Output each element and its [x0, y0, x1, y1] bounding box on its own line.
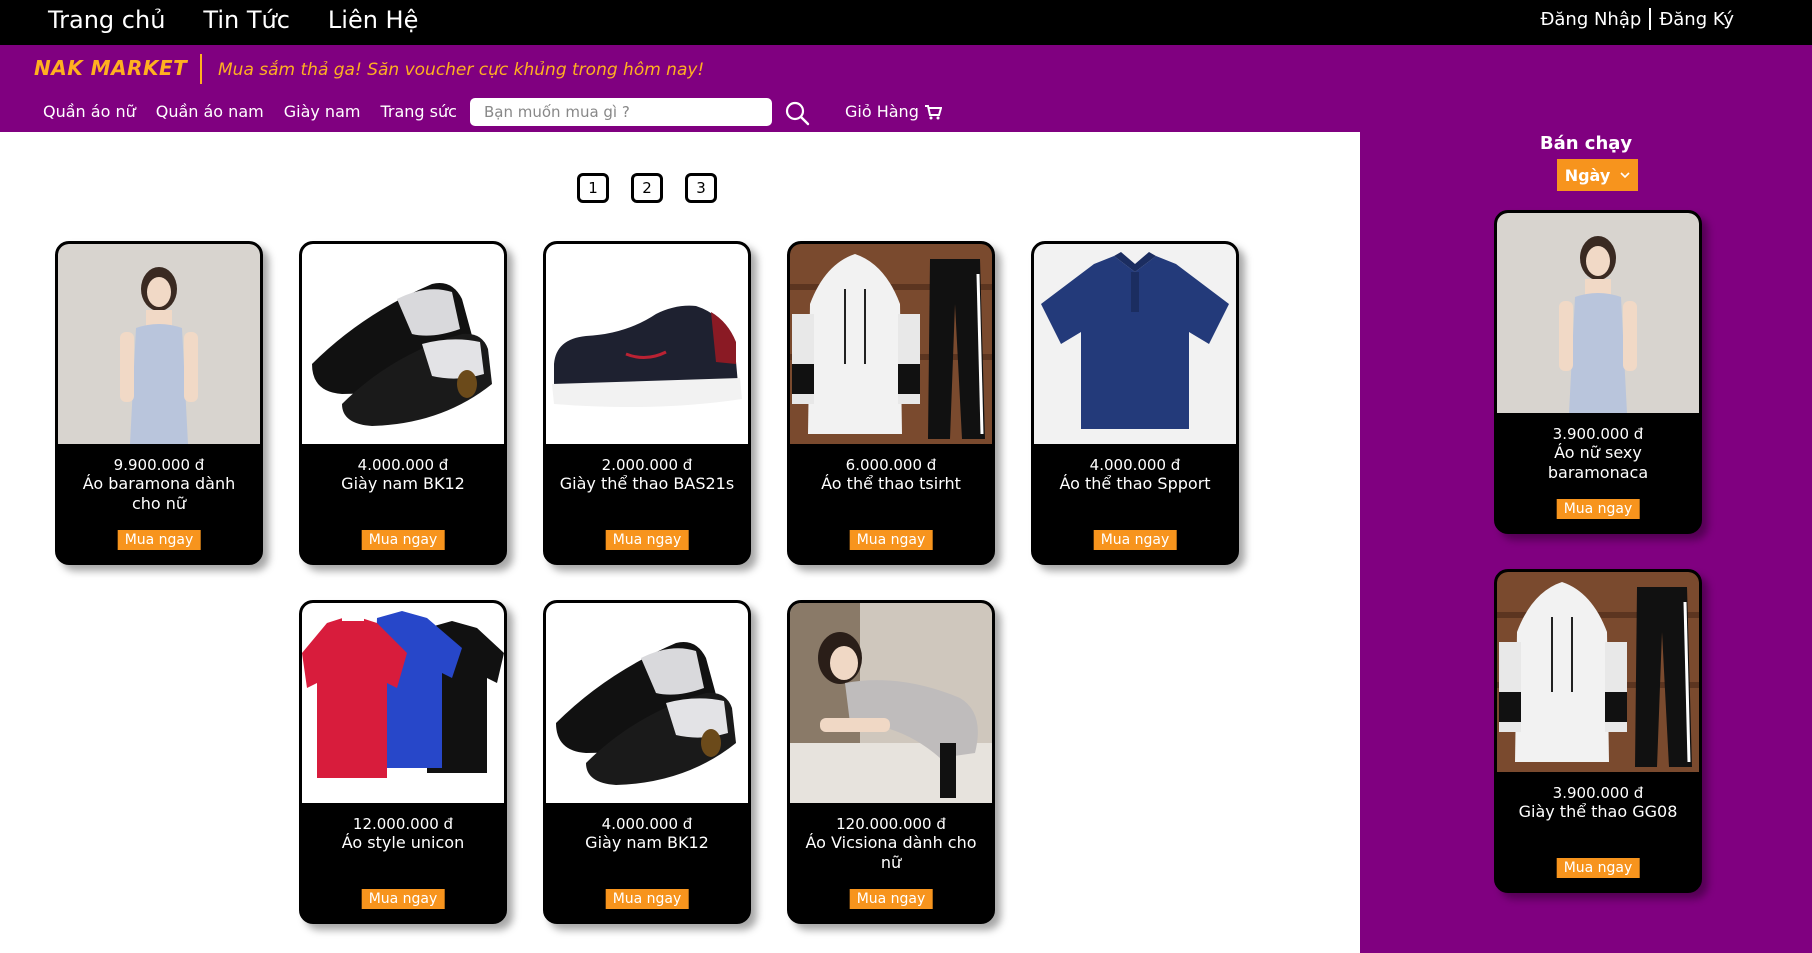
- period-select-value: Ngày: [1564, 165, 1611, 185]
- product-price: 6.000.000 đ: [845, 456, 937, 474]
- product-image-woman-pose: [790, 603, 992, 803]
- product-name: Áo style unicon: [341, 833, 465, 852]
- product-name: Áo thể thao Spport: [1059, 474, 1211, 493]
- product-card[interactable]: 9.900.000 đ Áo baramona dành cho nữ Mua …: [55, 241, 263, 565]
- product-price: 4.000.000 đ: [601, 815, 693, 833]
- nav-contact[interactable]: Liên Hệ: [328, 6, 418, 34]
- product-name: Áo Vicsiona dành cho nữ: [805, 833, 977, 872]
- product-image-polo-blue: [1034, 244, 1236, 444]
- slogan: Mua sắm thả ga! Săn voucher cực khủng tr…: [218, 60, 705, 80]
- buy-now-button[interactable]: Mua ngay: [1093, 530, 1177, 550]
- page-1-button[interactable]: 1: [577, 173, 609, 203]
- category-nav: Quần áo nữ Quần áo nam Giày nam Trang sứ…: [43, 102, 457, 121]
- product-name: Áo thể thao tsirht: [821, 474, 961, 493]
- bestseller-card[interactable]: 3.900.000 đ Giày thể thao GG08 Mua ngay: [1494, 569, 1702, 893]
- product-name: Áo baramona dành cho nữ: [82, 474, 236, 513]
- logo[interactable]: NAK MARKET: [34, 56, 187, 80]
- product-area: 1 2 3 9.900.000 đ Áo baramona dành cho n…: [0, 132, 1360, 953]
- bestseller-sidebar: Bán chạy Ngày 3.900.000 đ Áo nữ sexy bar…: [1360, 132, 1812, 953]
- sidebar-title: Bán chạy: [1539, 133, 1633, 154]
- auth-divider: [1649, 8, 1652, 30]
- category-mens-clothing[interactable]: Quần áo nam: [156, 102, 264, 121]
- product-card[interactable]: 6.000.000 đ Áo thể thao tsirht Mua ngay: [787, 241, 995, 565]
- product-card[interactable]: 4.000.000 đ Giày nam BK12 Mua ngay: [299, 241, 507, 565]
- login-link[interactable]: Đăng Nhập: [1540, 9, 1641, 30]
- register-link[interactable]: Đăng Ký: [1659, 9, 1734, 30]
- product-image-hoodie-set: [1497, 572, 1699, 772]
- top-nav: Trang chủ Tin Tức Liên Hệ: [48, 6, 418, 34]
- product-image-woman-dress: [1497, 213, 1699, 413]
- cart-label: Giỏ Hàng: [845, 102, 919, 121]
- search-input[interactable]: [470, 98, 772, 126]
- category-jewelry[interactable]: Trang sức: [380, 102, 456, 121]
- product-card[interactable]: 2.000.000 đ Giày thể thao BAS21s Mua nga…: [543, 241, 751, 565]
- product-card[interactable]: 12.000.000 đ Áo style unicon Mua ngay: [299, 600, 507, 924]
- buy-now-button[interactable]: Mua ngay: [605, 530, 689, 550]
- product-price: 120.000.000 đ: [836, 815, 946, 833]
- product-card[interactable]: 120.000.000 đ Áo Vicsiona dành cho nữ Mu…: [787, 600, 995, 924]
- product-price: 3.900.000 đ: [1552, 425, 1644, 443]
- buy-now-button[interactable]: Mua ngay: [1556, 499, 1640, 519]
- auth-links: Đăng Nhập Đăng Ký: [1540, 8, 1734, 30]
- product-price: 12.000.000 đ: [352, 815, 454, 833]
- product-image-hoodie-set: [790, 244, 992, 444]
- buy-now-button[interactable]: Mua ngay: [849, 889, 933, 909]
- product-price: 2.000.000 đ: [601, 456, 693, 474]
- product-price: 4.000.000 đ: [357, 456, 449, 474]
- cart-link[interactable]: Giỏ Hàng: [845, 102, 942, 121]
- product-image-leather-shoes: [546, 603, 748, 803]
- buy-now-button[interactable]: Mua ngay: [361, 889, 445, 909]
- pagination: 1 2 3: [577, 173, 717, 203]
- product-image-woman-dress: [58, 244, 260, 444]
- product-name: Giày nam BK12: [585, 833, 709, 852]
- page-2-button[interactable]: 2: [631, 173, 663, 203]
- top-bar: Trang chủ Tin Tức Liên Hệ Đăng Nhập Đăng…: [0, 0, 1812, 45]
- buy-now-button[interactable]: Mua ngay: [1556, 858, 1640, 878]
- buy-now-button[interactable]: Mua ngay: [849, 530, 933, 550]
- product-card[interactable]: 4.000.000 đ Giày nam BK12 Mua ngay: [543, 600, 751, 924]
- product-name: Áo nữ sexy baramonaca: [1547, 443, 1649, 482]
- product-name: Giày nam BK12: [341, 474, 465, 493]
- product-image-sneaker: [546, 244, 748, 444]
- logo-divider: [200, 54, 202, 84]
- product-name: Giày thể thao GG08: [1518, 802, 1678, 821]
- product-price: 9.900.000 đ: [113, 456, 205, 474]
- nav-news[interactable]: Tin Tức: [203, 6, 290, 34]
- page-3-button[interactable]: 3: [685, 173, 717, 203]
- product-card[interactable]: 4.000.000 đ Áo thể thao Spport Mua ngay: [1031, 241, 1239, 565]
- product-price: 4.000.000 đ: [1089, 456, 1181, 474]
- category-mens-shoes[interactable]: Giày nam: [284, 102, 361, 121]
- header-band: NAK MARKET Mua sắm thả ga! Săn voucher c…: [0, 45, 1812, 132]
- product-price: 3.900.000 đ: [1552, 784, 1644, 802]
- period-select[interactable]: Ngày: [1557, 159, 1638, 191]
- nav-home[interactable]: Trang chủ: [48, 6, 165, 34]
- product-name: Giày thể thao BAS21s: [559, 474, 735, 493]
- cart-icon: [924, 104, 942, 119]
- search-icon[interactable]: [784, 100, 810, 126]
- buy-now-button[interactable]: Mua ngay: [361, 530, 445, 550]
- buy-now-button[interactable]: Mua ngay: [605, 889, 689, 909]
- category-womens-clothing[interactable]: Quần áo nữ: [43, 102, 136, 121]
- product-image-polo-three: [302, 603, 504, 803]
- product-image-leather-shoes: [302, 244, 504, 444]
- buy-now-button[interactable]: Mua ngay: [117, 530, 201, 550]
- bestseller-card[interactable]: 3.900.000 đ Áo nữ sexy baramonaca Mua ng…: [1494, 210, 1702, 534]
- chevron-down-icon: [1620, 172, 1630, 179]
